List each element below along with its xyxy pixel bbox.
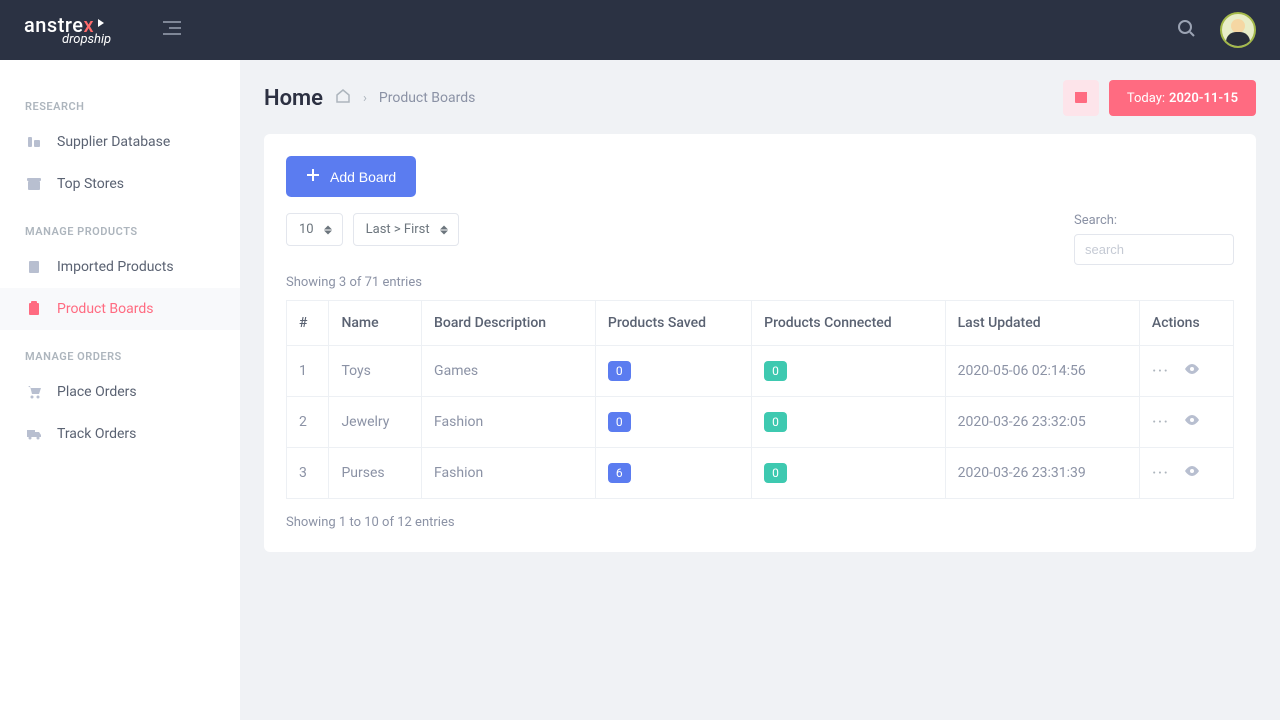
more-icon[interactable]: ···	[1152, 463, 1169, 484]
plus-icon	[306, 168, 320, 185]
sidebar-item-label: Supplier Database	[57, 134, 170, 150]
th-desc[interactable]: Board Description	[422, 301, 596, 346]
breadcrumb-current: Product Boards	[379, 90, 475, 106]
search-icon[interactable]	[1176, 18, 1196, 42]
th-connected[interactable]: Products Connected	[752, 301, 945, 346]
page-size-value: 10	[299, 222, 314, 237]
calendar-button[interactable]	[1063, 80, 1099, 116]
calendar-icon	[1074, 89, 1088, 108]
page-title: Home	[264, 86, 323, 111]
sidebar-item-top-stores[interactable]: Top Stores	[0, 163, 240, 205]
sidebar-item-label: Top Stores	[57, 176, 124, 192]
sidebar: RESEARCH Supplier Database Top Stores MA…	[0, 60, 240, 720]
cell-connected: 0	[752, 448, 945, 499]
more-icon[interactable]: ···	[1152, 361, 1169, 382]
truck-icon	[25, 425, 43, 443]
sidebar-item-label: Track Orders	[57, 426, 136, 442]
sidebar-item-supplier-database[interactable]: Supplier Database	[0, 121, 240, 163]
add-board-label: Add Board	[330, 169, 396, 185]
cell-updated: 2020-03-26 23:31:39	[945, 448, 1139, 499]
database-icon	[25, 133, 43, 151]
view-icon[interactable]	[1183, 360, 1201, 382]
topbar: anstrex dropship	[0, 0, 1280, 60]
today-date: 2020-11-15	[1169, 91, 1238, 106]
cell-connected: 0	[752, 397, 945, 448]
table-row: 1ToysGames 0 0 2020-05-06 02:14:56 ···	[287, 346, 1234, 397]
chevron-sort-icon	[324, 225, 332, 234]
cell-desc: Fashion	[422, 397, 596, 448]
cell-saved: 6	[595, 448, 751, 499]
th-num[interactable]: #	[287, 301, 329, 346]
logo-subtitle: dropship	[62, 33, 111, 46]
cell-updated: 2020-03-26 23:32:05	[945, 397, 1139, 448]
sidebar-item-imported-products[interactable]: Imported Products	[0, 246, 240, 288]
cell-actions: ···	[1139, 346, 1233, 397]
cell-name: Jewelry	[329, 397, 422, 448]
th-name[interactable]: Name	[329, 301, 422, 346]
cell-name: Purses	[329, 448, 422, 499]
sidebar-item-label: Place Orders	[57, 384, 137, 400]
chevron-sort-icon	[440, 225, 448, 234]
sidebar-item-product-boards[interactable]: Product Boards	[0, 288, 240, 330]
cell-num: 3	[287, 448, 329, 499]
more-icon[interactable]: ···	[1152, 412, 1169, 433]
th-updated[interactable]: Last Updated	[945, 301, 1139, 346]
import-icon	[25, 258, 43, 276]
sort-value: Last > First	[366, 222, 430, 237]
sidebar-section-research: RESEARCH	[0, 80, 240, 121]
view-icon[interactable]	[1183, 411, 1201, 433]
badge-connected: 0	[764, 412, 787, 432]
avatar[interactable]	[1220, 12, 1256, 48]
cell-saved: 0	[595, 346, 751, 397]
view-icon[interactable]	[1183, 462, 1201, 484]
th-saved[interactable]: Products Saved	[595, 301, 751, 346]
badge-connected: 0	[764, 463, 787, 483]
sidebar-section-orders: MANAGE ORDERS	[0, 330, 240, 371]
cell-desc: Fashion	[422, 448, 596, 499]
badge-saved: 0	[608, 412, 631, 432]
logo[interactable]: anstrex dropship	[24, 15, 111, 46]
badge-saved: 0	[608, 361, 631, 381]
add-board-button[interactable]: Add Board	[286, 156, 416, 197]
cell-name: Toys	[329, 346, 422, 397]
home-icon[interactable]	[335, 88, 351, 108]
entries-info-bottom: Showing 1 to 10 of 12 entries	[286, 515, 1234, 530]
cell-num: 2	[287, 397, 329, 448]
cart-icon	[25, 383, 43, 401]
badge-connected: 0	[764, 361, 787, 381]
today-button[interactable]: Today: 2020-11-15	[1109, 80, 1256, 116]
menu-toggle-icon[interactable]	[161, 19, 183, 41]
sidebar-item-track-orders[interactable]: Track Orders	[0, 413, 240, 455]
page-size-select[interactable]: 10	[286, 213, 343, 246]
table-row: 3PursesFashion 6 0 2020-03-26 23:31:39 ···	[287, 448, 1234, 499]
cell-actions: ···	[1139, 397, 1233, 448]
today-label: Today:	[1127, 91, 1165, 106]
sort-select[interactable]: Last > First	[353, 213, 459, 246]
clipboard-icon	[25, 300, 43, 318]
cell-saved: 0	[595, 397, 751, 448]
table-row: 2JewelryFashion 0 0 2020-03-26 23:32:05 ···	[287, 397, 1234, 448]
cell-desc: Games	[422, 346, 596, 397]
sidebar-item-label: Product Boards	[57, 301, 153, 317]
entries-info-top: Showing 3 of 71 entries	[286, 275, 1234, 290]
search-label: Search:	[1074, 213, 1234, 228]
sidebar-item-place-orders[interactable]: Place Orders	[0, 371, 240, 413]
cell-num: 1	[287, 346, 329, 397]
badge-saved: 6	[608, 463, 631, 483]
logo-arrow-icon	[98, 19, 104, 27]
cell-actions: ···	[1139, 448, 1233, 499]
main-content: Home › Product Boards Today: 2020-11-15 …	[240, 60, 1280, 720]
sidebar-section-products: MANAGE PRODUCTS	[0, 205, 240, 246]
th-actions: Actions	[1139, 301, 1233, 346]
breadcrumb: Home › Product Boards	[264, 86, 475, 111]
search-input[interactable]	[1074, 234, 1234, 265]
store-icon	[25, 175, 43, 193]
boards-table: # Name Board Description Products Saved …	[286, 300, 1234, 499]
cell-connected: 0	[752, 346, 945, 397]
sidebar-item-label: Imported Products	[57, 259, 174, 275]
cell-updated: 2020-05-06 02:14:56	[945, 346, 1139, 397]
boards-card: Add Board 10 Last > First Search:	[264, 134, 1256, 552]
breadcrumb-separator: ›	[363, 91, 367, 106]
